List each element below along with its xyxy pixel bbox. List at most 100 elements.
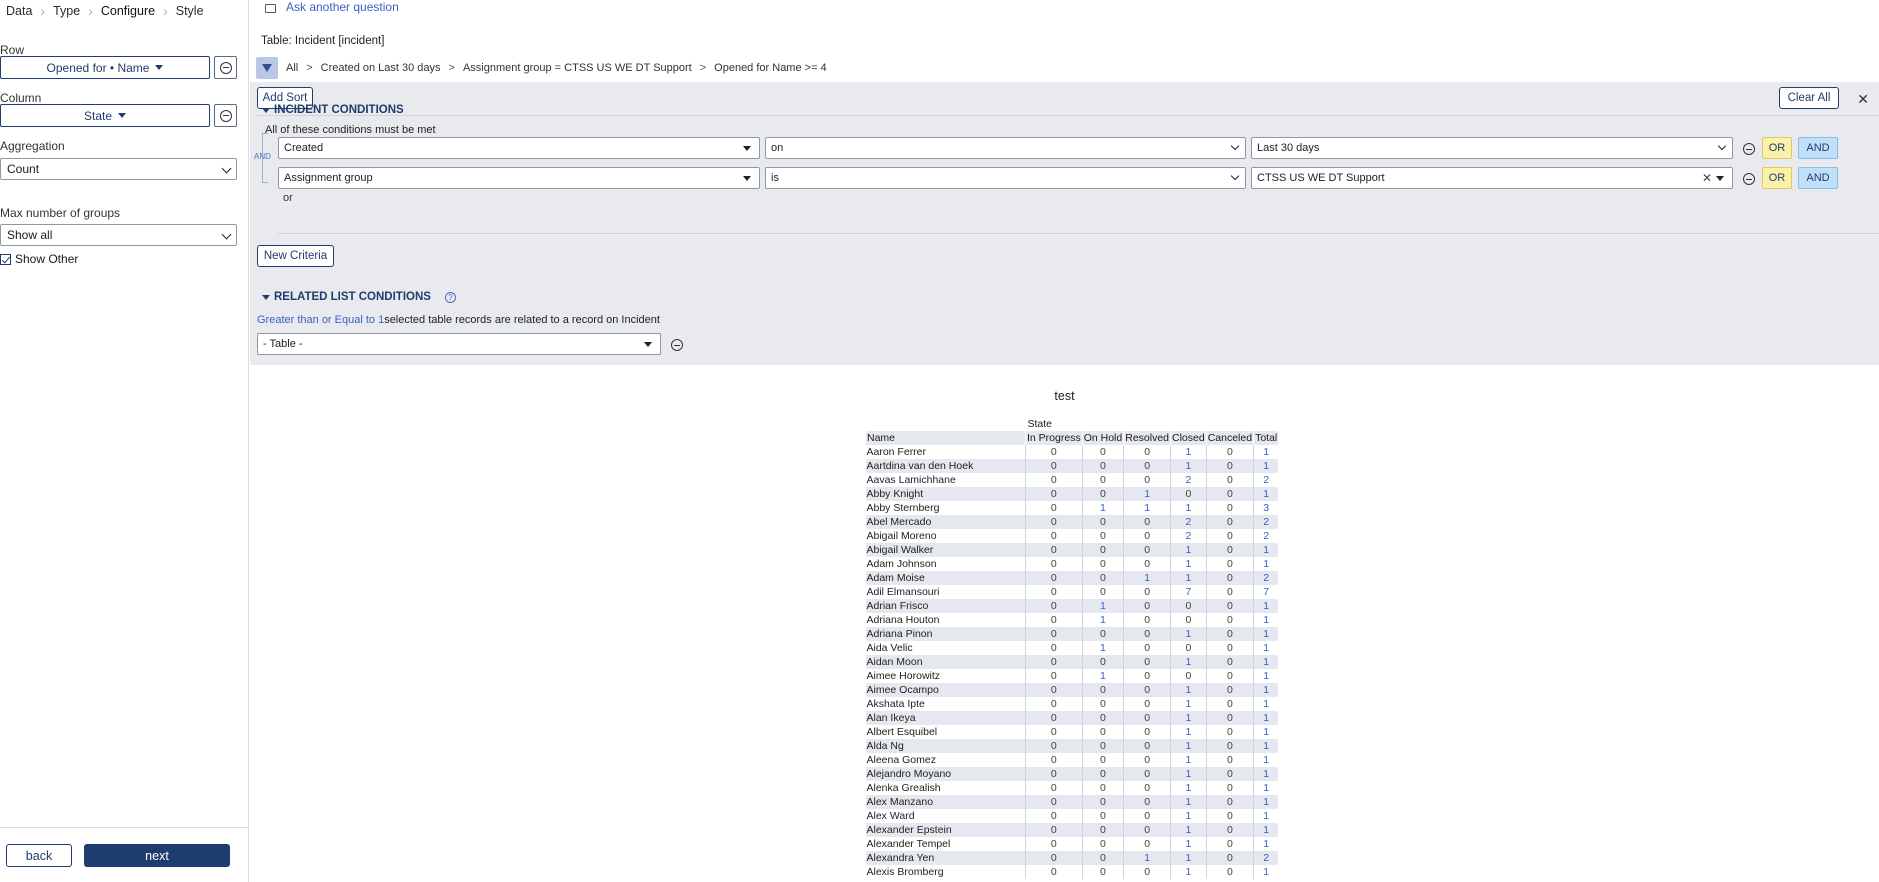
step-configure[interactable]: Configure — [101, 4, 155, 18]
count-cell[interactable]: 2 — [1170, 515, 1207, 529]
count-cell[interactable]: 1 — [1081, 641, 1124, 655]
col-in-progress[interactable]: In Progress — [1025, 431, 1083, 445]
row-name-cell[interactable]: Aleena Gomez — [866, 753, 1026, 767]
new-criteria-button[interactable]: New Criteria — [257, 245, 334, 267]
count-cell[interactable]: 1 — [1170, 739, 1207, 753]
count-cell[interactable]: 1 — [1253, 767, 1279, 781]
breadcrumb-item[interactable]: Created on Last 30 days — [321, 62, 441, 74]
condition-field-select[interactable]: Created — [278, 137, 760, 159]
help-icon[interactable]: ? — [444, 291, 456, 303]
remove-condition-icon[interactable] — [1743, 173, 1755, 185]
count-cell[interactable]: 1 — [1253, 823, 1279, 837]
max-groups-select[interactable]: Show all — [0, 224, 237, 246]
count-cell[interactable]: 2 — [1253, 571, 1279, 585]
count-cell[interactable]: 1 — [1253, 487, 1279, 501]
count-cell[interactable]: 1 — [1170, 851, 1207, 865]
count-cell[interactable]: 1 — [1170, 781, 1207, 795]
row-name-cell[interactable]: Aartdina van den Hoek — [865, 459, 1026, 473]
row-remove-button[interactable] — [214, 56, 237, 79]
remove-related-condition-icon[interactable] — [671, 339, 683, 351]
count-cell[interactable]: 1 — [1253, 655, 1279, 669]
row-name-cell[interactable]: Aaron Ferrer — [866, 445, 1026, 459]
step-type[interactable]: Type — [53, 4, 80, 18]
count-cell[interactable]: 1 — [1253, 627, 1279, 641]
column-remove-button[interactable] — [214, 104, 237, 127]
col-resolved[interactable]: Resolved — [1123, 431, 1171, 445]
row-name-cell[interactable]: Alda Ng — [865, 739, 1026, 753]
related-quantity-link[interactable]: Greater than or Equal to 1 — [257, 314, 384, 326]
breadcrumb-item[interactable]: Assignment group = CTSS US WE DT Support — [463, 62, 692, 74]
clear-icon[interactable]: ✕ — [1702, 171, 1712, 185]
count-cell[interactable]: 1 — [1170, 459, 1207, 473]
count-cell[interactable]: 1 — [1123, 571, 1171, 585]
count-cell[interactable]: 1 — [1170, 711, 1207, 725]
count-cell[interactable]: 2 — [1253, 473, 1279, 487]
count-cell[interactable]: 1 — [1170, 865, 1207, 879]
related-list-conditions-toggle[interactable]: Related List Conditions ? — [262, 291, 456, 303]
count-cell[interactable]: 3 — [1253, 501, 1279, 515]
condition-operator-select[interactable]: is — [765, 167, 1246, 189]
row-name-cell[interactable]: Abby Sternberg — [866, 501, 1026, 515]
count-cell[interactable]: 1 — [1170, 823, 1207, 837]
count-cell[interactable]: 1 — [1170, 767, 1207, 781]
back-button[interactable]: back — [6, 844, 72, 867]
row-name-cell[interactable]: Adriana Pinon — [865, 627, 1026, 641]
row-field-button[interactable]: Opened for • Name — [0, 56, 210, 79]
close-icon[interactable]: ✕ — [1857, 91, 1869, 108]
count-cell[interactable]: 1 — [1170, 557, 1207, 571]
count-cell[interactable]: 2 — [1170, 473, 1207, 487]
count-cell[interactable]: 1 — [1170, 445, 1207, 459]
condition-value-select[interactable]: Last 30 days — [1251, 137, 1733, 159]
row-name-cell[interactable]: Albert Esquibel — [866, 725, 1026, 739]
count-cell[interactable]: 1 — [1170, 809, 1207, 823]
incident-conditions-toggle[interactable]: Incident Conditions — [262, 104, 404, 116]
row-name-cell[interactable]: Alex Manzano — [865, 795, 1026, 809]
count-cell[interactable]: 1 — [1253, 711, 1279, 725]
row-name-cell[interactable]: Abigail Moreno — [866, 529, 1026, 543]
row-name-cell[interactable]: Alejandro Moyano — [865, 767, 1026, 781]
count-cell[interactable]: 1 — [1081, 669, 1124, 683]
row-name-cell[interactable]: Alexandra Yen — [865, 851, 1026, 865]
count-cell[interactable]: 1 — [1253, 669, 1279, 683]
row-name-cell[interactable]: Alenka Grealish — [866, 781, 1026, 795]
remove-condition-icon[interactable] — [1743, 143, 1755, 155]
row-name-cell[interactable]: Alex Ward — [866, 809, 1026, 823]
row-name-cell[interactable]: Aidan Moon — [865, 655, 1026, 669]
row-name-cell[interactable]: Akshata Ipte — [866, 697, 1026, 711]
count-cell[interactable]: 1 — [1123, 851, 1171, 865]
count-cell[interactable]: 1 — [1253, 641, 1279, 655]
count-cell[interactable]: 1 — [1170, 837, 1207, 851]
count-cell[interactable]: 1 — [1081, 599, 1124, 613]
breadcrumb-item[interactable]: Opened for Name >= 4 — [714, 62, 827, 74]
count-cell[interactable]: 1 — [1253, 781, 1279, 795]
count-cell[interactable]: 1 — [1170, 543, 1207, 557]
count-cell[interactable]: 1 — [1253, 739, 1279, 753]
condition-value-reference[interactable]: CTSS US WE DT Support ✕ — [1251, 167, 1733, 189]
or-button[interactable]: OR — [1762, 137, 1792, 159]
column-field-button[interactable]: State — [0, 104, 210, 127]
count-cell[interactable]: 1 — [1081, 613, 1124, 627]
and-button[interactable]: AND — [1798, 167, 1838, 189]
show-other-checkbox[interactable]: Show Other — [0, 252, 78, 266]
count-cell[interactable]: 1 — [1253, 613, 1279, 627]
count-cell[interactable]: 1 — [1253, 809, 1279, 823]
count-cell[interactable]: 1 — [1123, 487, 1171, 501]
step-data[interactable]: Data — [6, 4, 32, 18]
count-cell[interactable]: 1 — [1170, 683, 1207, 697]
row-name-cell[interactable]: Aavas Lamichhane — [866, 473, 1026, 487]
count-cell[interactable]: 1 — [1253, 683, 1279, 697]
row-name-cell[interactable]: Adriana Houton — [866, 613, 1026, 627]
col-canceled[interactable]: Canceled — [1205, 431, 1254, 445]
count-cell[interactable]: 1 — [1253, 697, 1279, 711]
row-name-cell[interactable]: Adrian Frisco — [865, 599, 1026, 613]
related-table-select[interactable]: - Table - — [257, 333, 661, 355]
row-name-cell[interactable]: Aimee Horowitz — [866, 669, 1026, 683]
count-cell[interactable]: 1 — [1170, 501, 1207, 515]
row-name-cell[interactable]: Alan Ikeya — [865, 711, 1026, 725]
count-cell[interactable]: 1 — [1170, 753, 1207, 767]
count-cell[interactable]: 1 — [1123, 501, 1171, 515]
count-cell[interactable]: 1 — [1170, 725, 1207, 739]
row-name-cell[interactable]: Adam Moise — [865, 571, 1026, 585]
row-name-cell[interactable]: Alexander Tempel — [866, 837, 1026, 851]
and-button[interactable]: AND — [1798, 137, 1838, 159]
